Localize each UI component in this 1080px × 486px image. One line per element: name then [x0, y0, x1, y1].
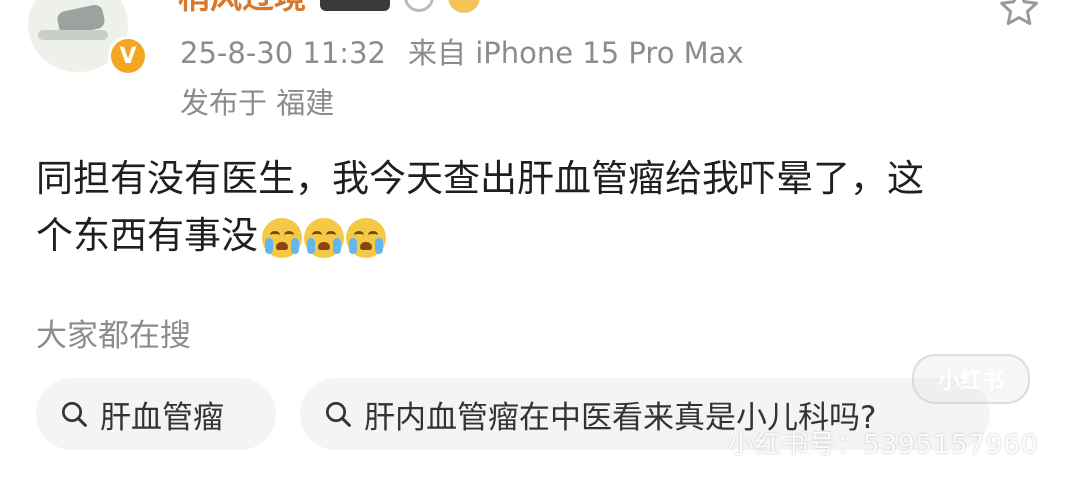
post-content-line2-wrap: 个东西有事没 [36, 207, 1056, 264]
username-row: 梢风过境 [178, 0, 481, 16]
post-location: 发布于 福建 [180, 86, 335, 120]
star-icon[interactable] [995, 0, 1043, 32]
crying-emoji [346, 217, 386, 258]
crying-emoji [304, 217, 344, 258]
verified-icon: V [108, 36, 148, 76]
post-content-line2: 个东西有事没 [36, 214, 258, 257]
username[interactable]: 梢风过境 [178, 0, 306, 16]
search-icon [56, 396, 92, 432]
post-meta: 25-8-30 11:32 来自 iPhone 15 Pro Max [180, 30, 744, 72]
watermark-logo: 小红书 [912, 354, 1030, 404]
search-chip-label: 肝血管瘤 [100, 399, 224, 436]
watermark-id: 小红书号：5395157960 [728, 430, 1039, 460]
trending-search-heading: 大家都在搜 [36, 318, 191, 354]
post-source: 来自 iPhone 15 Pro Max [407, 36, 744, 70]
crying-emoji [262, 217, 302, 258]
post-content: 同担有没有医生，我今天查出肝血管瘤给我吓晕了，这 个东西有事没 [36, 150, 1056, 264]
member-badge-icon [320, 0, 391, 11]
search-icon [320, 396, 356, 432]
post-date: 25-8-30 11:32 [180, 36, 386, 70]
search-chip[interactable]: 肝血管瘤 [36, 378, 276, 450]
crying-emoji-group [262, 217, 386, 258]
fan-badge-icon [448, 0, 481, 13]
level-badge-icon [404, 0, 435, 12]
post-content-line1: 同担有没有医生，我今天查出肝血管瘤给我吓晕了，这 [36, 157, 924, 200]
